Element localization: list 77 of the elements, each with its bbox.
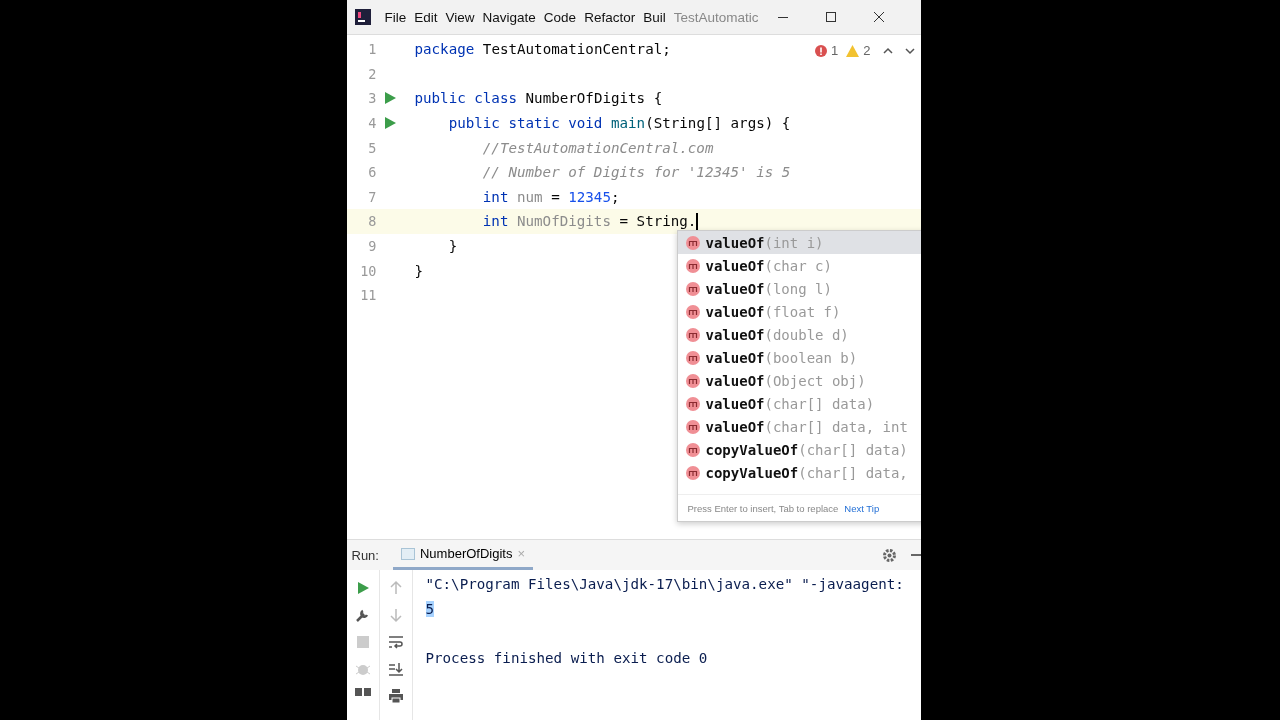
menu-item[interactable]: Refactor (584, 9, 636, 25)
method-icon (685, 235, 700, 250)
code-text: public static void main(String[] args) { (447, 115, 791, 132)
menu-item[interactable]: Code (543, 9, 577, 25)
code-text: // Number of Digits for '12345' is 5 (481, 164, 791, 181)
wrench-icon[interactable] (354, 607, 371, 623)
next-tip-link[interactable]: Next Tip (844, 502, 880, 514)
maximize-icon[interactable] (825, 12, 836, 22)
completion-item[interactable]: valueOf(long l) (677, 277, 921, 300)
method-icon (685, 442, 700, 457)
menu-item[interactable]: File (384, 9, 407, 25)
method-icon (685, 419, 700, 434)
line-number: 1 (367, 41, 377, 58)
scroll-to-end-icon[interactable] (387, 661, 404, 677)
line-number: 6 (367, 164, 377, 181)
layout-icon[interactable] (354, 688, 371, 696)
line-number: 2 (367, 65, 377, 82)
completion-item[interactable]: valueOf(double d) (677, 323, 921, 346)
close-icon[interactable] (873, 12, 884, 22)
run-icon[interactable] (384, 117, 396, 130)
line-number: 8 (367, 213, 377, 230)
code-text: package TestAutomationCentral; (414, 41, 671, 58)
line-number: 5 (367, 139, 377, 156)
method-icon (685, 350, 700, 365)
console-output: 5 (425, 600, 435, 617)
error-icon (815, 44, 828, 57)
completion-item[interactable]: valueOf(char c) (677, 254, 921, 277)
window-title: TestAutomatic (673, 9, 758, 25)
method-icon (685, 281, 700, 296)
menu-item[interactable]: Edit (414, 9, 438, 25)
chevron-up-icon[interactable] (882, 46, 893, 55)
run-icon[interactable] (384, 92, 396, 105)
menu-item[interactable]: Navigate (482, 9, 536, 25)
tab-label: NumberOfDigits (419, 546, 513, 561)
warning-icon (846, 44, 860, 57)
completion-item[interactable]: valueOf(boolean b) (677, 346, 921, 369)
minimize-icon[interactable] (910, 554, 921, 556)
method-icon (685, 465, 700, 480)
run-label: Run: (351, 547, 379, 563)
code-text: public class NumberOfDigits { (414, 90, 663, 107)
console-icon (400, 547, 415, 560)
code-text: int NumOfDigits = String. (481, 212, 699, 231)
chevron-down-icon[interactable] (904, 46, 915, 55)
code-text: } (414, 262, 424, 279)
code-text: int num = 12345; (481, 188, 620, 205)
exit-message: Process finished with exit code 0 (425, 649, 708, 666)
line-number: 10 (359, 262, 377, 279)
line-number: 4 (367, 115, 377, 132)
completion-item[interactable]: valueOf(int i) (677, 231, 921, 254)
menu-item[interactable]: View (445, 9, 475, 25)
run-tab[interactable]: NumberOfDigits × (392, 540, 534, 570)
code-text: //TestAutomationCentral.com (481, 139, 714, 156)
completion-item[interactable]: copyValueOf(char[] data, (677, 461, 921, 484)
print-icon[interactable] (387, 688, 404, 704)
error-count: 1 (831, 43, 839, 58)
console-output: "C:\Program Files\Java\jdk-17\bin\java.exe" "-javaagent: (425, 576, 904, 592)
menu-item[interactable]: Buil (643, 9, 666, 25)
settings-icon[interactable] (881, 547, 897, 563)
line-number: 3 (367, 90, 377, 107)
completion-item[interactable]: valueOf(char[] data, int (677, 415, 921, 438)
completion-item[interactable]: copyValueOf(char[] data) (677, 438, 921, 461)
method-icon (685, 304, 700, 319)
line-number: 9 (367, 238, 377, 255)
app-logo-icon (354, 9, 371, 25)
method-icon (685, 396, 700, 411)
soft-wrap-icon[interactable] (387, 634, 404, 650)
line-number: 7 (367, 188, 377, 205)
method-icon (685, 327, 700, 342)
hint-text: Press Enter to insert, Tab to replace (687, 502, 839, 514)
completion-item[interactable]: valueOf(Object obj) (677, 369, 921, 392)
warning-count: 2 (863, 43, 871, 58)
completion-item[interactable]: valueOf(char[] data) (677, 392, 921, 415)
method-icon (685, 373, 700, 388)
line-number: 11 (359, 287, 377, 304)
code-text: } (447, 238, 458, 255)
method-icon (685, 258, 700, 273)
completion-item[interactable]: valueOf(float f) (677, 300, 921, 323)
